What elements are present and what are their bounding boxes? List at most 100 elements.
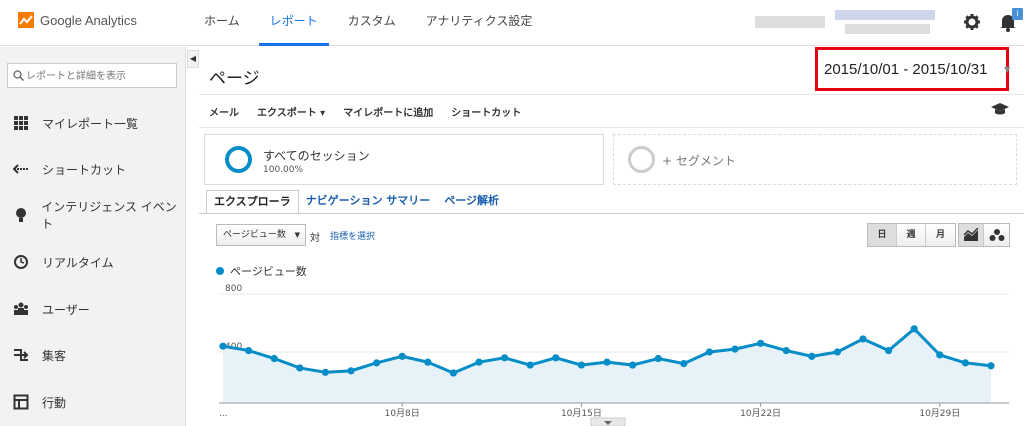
sidebar-search[interactable] xyxy=(7,63,177,88)
chevron-down-icon[interactable]: ▼ xyxy=(1004,65,1010,74)
report-tabs: エクスプローラ ナビゲーション サマリー ページ解析 xyxy=(206,190,506,214)
data-point xyxy=(808,352,816,360)
sidebar-item-shortcuts[interactable]: ショートカット xyxy=(0,149,186,189)
data-point xyxy=(782,346,790,355)
data-point xyxy=(731,345,739,353)
add-to-dashboard-button[interactable]: マイレポートに追加 xyxy=(343,104,433,119)
y-tick-label: 800 xyxy=(225,284,242,294)
bubble-chart-icon xyxy=(989,229,1004,241)
lightbulb-icon xyxy=(0,207,41,223)
sidebar-item-label: 行動 xyxy=(42,395,67,410)
data-point xyxy=(603,358,611,366)
shortcut-icon xyxy=(0,161,42,177)
data-point xyxy=(833,348,842,356)
x-tick-label: 10月15日 xyxy=(561,408,602,419)
main-content: ページ 2015/10/01 - 2015/10/31 ▼ メール エクスポート… xyxy=(199,47,1024,426)
sidebar: マイレポート一覧 ショートカット インテリジェンス イベント リアルタイム ユー… xyxy=(0,47,186,426)
nav-custom[interactable]: カスタム xyxy=(337,0,407,46)
export-button[interactable]: エクスポート ▾ xyxy=(257,104,325,119)
app-name: Google Analytics xyxy=(40,12,137,28)
motion-chart-button[interactable] xyxy=(984,224,1009,246)
data-point xyxy=(424,358,432,366)
users-icon xyxy=(0,301,42,317)
data-point xyxy=(501,354,509,362)
graduation-cap-icon[interactable] xyxy=(991,103,1009,115)
sidebar-item-label: ショートカット xyxy=(42,162,127,177)
data-point xyxy=(961,359,970,367)
data-point xyxy=(373,359,381,367)
sidebar-item-acquisition[interactable]: 集客 xyxy=(0,335,186,375)
clock-icon xyxy=(0,254,42,270)
chevron-down-icon: ▼ xyxy=(294,231,300,239)
nav-reports[interactable]: レポート xyxy=(258,0,329,46)
sidebar-item-realtime[interactable]: リアルタイム xyxy=(0,242,186,282)
data-point xyxy=(885,346,893,355)
app-logo[interactable]: Google Analytics xyxy=(18,12,137,28)
add-segment-label: + セグメント xyxy=(662,154,736,168)
gear-icon[interactable] xyxy=(962,12,982,32)
data-point xyxy=(705,348,713,356)
sidebar-item-label: ユーザー xyxy=(42,302,90,317)
data-point xyxy=(859,335,867,343)
grid-icon xyxy=(0,115,42,131)
data-point xyxy=(936,351,944,359)
period-day-button[interactable]: 日 xyxy=(868,224,897,246)
versus-label: 対 xyxy=(310,233,320,244)
sidebar-item-label: 集客 xyxy=(42,348,67,363)
data-point xyxy=(552,354,560,362)
tab-in-page[interactable]: ページ解析 xyxy=(437,190,506,214)
sidebar-item-label: インテリジェンス イベント xyxy=(41,200,177,231)
metric-select[interactable]: ページビュー数 ▼ xyxy=(216,224,306,246)
period-month-button[interactable]: 月 xyxy=(926,224,955,246)
search-input[interactable] xyxy=(26,67,174,85)
x-tick-label: 10月8日 xyxy=(385,408,420,419)
sidebar-item-dashboards[interactable]: マイレポート一覧 xyxy=(0,103,186,143)
shortcut-button[interactable]: ショートカット xyxy=(451,104,521,119)
nav-admin[interactable]: アナリティクス設定 xyxy=(415,0,544,46)
sidebar-item-intelligence[interactable]: インテリジェンス イベント xyxy=(0,195,186,235)
line-chart-icon xyxy=(963,228,979,241)
line-chart-button[interactable] xyxy=(959,224,984,246)
data-point xyxy=(449,369,457,377)
report-toolbar: メール エクスポート ▾ マイレポートに追加 ショートカット xyxy=(209,104,521,119)
sidebar-item-label: リアルタイム xyxy=(42,255,114,270)
segment-all-sessions[interactable]: すべてのセッション 100.00% xyxy=(204,134,604,185)
metric-select-value: ページビュー数 xyxy=(223,230,286,240)
data-point xyxy=(321,368,329,376)
tab-explorer[interactable]: エクスプローラ xyxy=(206,190,299,214)
top-bar: Google Analytics ホーム レポート カスタム アナリティクス設定… xyxy=(0,0,1024,46)
email-button[interactable]: メール xyxy=(209,104,239,119)
nav-home[interactable]: ホーム xyxy=(193,0,251,46)
add-segment[interactable]: + セグメント xyxy=(613,134,1017,185)
pageviews-chart: 800400... 10月8日 10月15日 10月22日 10月29日 xyxy=(219,284,1009,426)
analytics-logo-icon xyxy=(18,12,34,28)
sidebar-item-audience[interactable]: ユーザー xyxy=(0,289,186,329)
sidebar-item-behavior[interactable]: 行動 xyxy=(0,382,186,422)
chart-legend: ページビュー数 xyxy=(216,263,307,279)
account-selector[interactable] xyxy=(755,6,940,38)
data-point xyxy=(245,346,253,355)
data-point xyxy=(347,367,355,375)
data-point xyxy=(270,354,278,363)
period-week-button[interactable]: 週 xyxy=(897,224,926,246)
x-tick-label: ... xyxy=(219,409,228,419)
sidebar-collapse-button[interactable]: ◀ xyxy=(187,50,199,68)
x-tick-label: 10月29日 xyxy=(919,408,960,419)
choose-metric-link[interactable]: 指標を選択 xyxy=(330,229,375,242)
data-point xyxy=(757,339,765,347)
tab-navigation-summary[interactable]: ナビゲーション サマリー xyxy=(299,190,438,214)
data-point xyxy=(398,352,406,360)
sidebar-item-label: マイレポート一覧 xyxy=(42,116,139,131)
legend-dot xyxy=(216,267,224,275)
date-range-text: 2015/10/01 - 2015/10/31 xyxy=(824,61,988,78)
data-point xyxy=(987,362,995,370)
area-fill xyxy=(223,328,991,403)
data-point xyxy=(219,342,227,350)
acquisition-icon xyxy=(0,347,42,363)
date-range-picker[interactable]: 2015/10/01 - 2015/10/31 xyxy=(815,47,1009,91)
data-point xyxy=(296,364,304,372)
empty-ring-icon xyxy=(628,146,655,173)
data-point xyxy=(475,358,483,366)
main-nav: ホーム レポート カスタム アナリティクス設定 xyxy=(193,0,551,46)
data-point xyxy=(654,354,662,363)
